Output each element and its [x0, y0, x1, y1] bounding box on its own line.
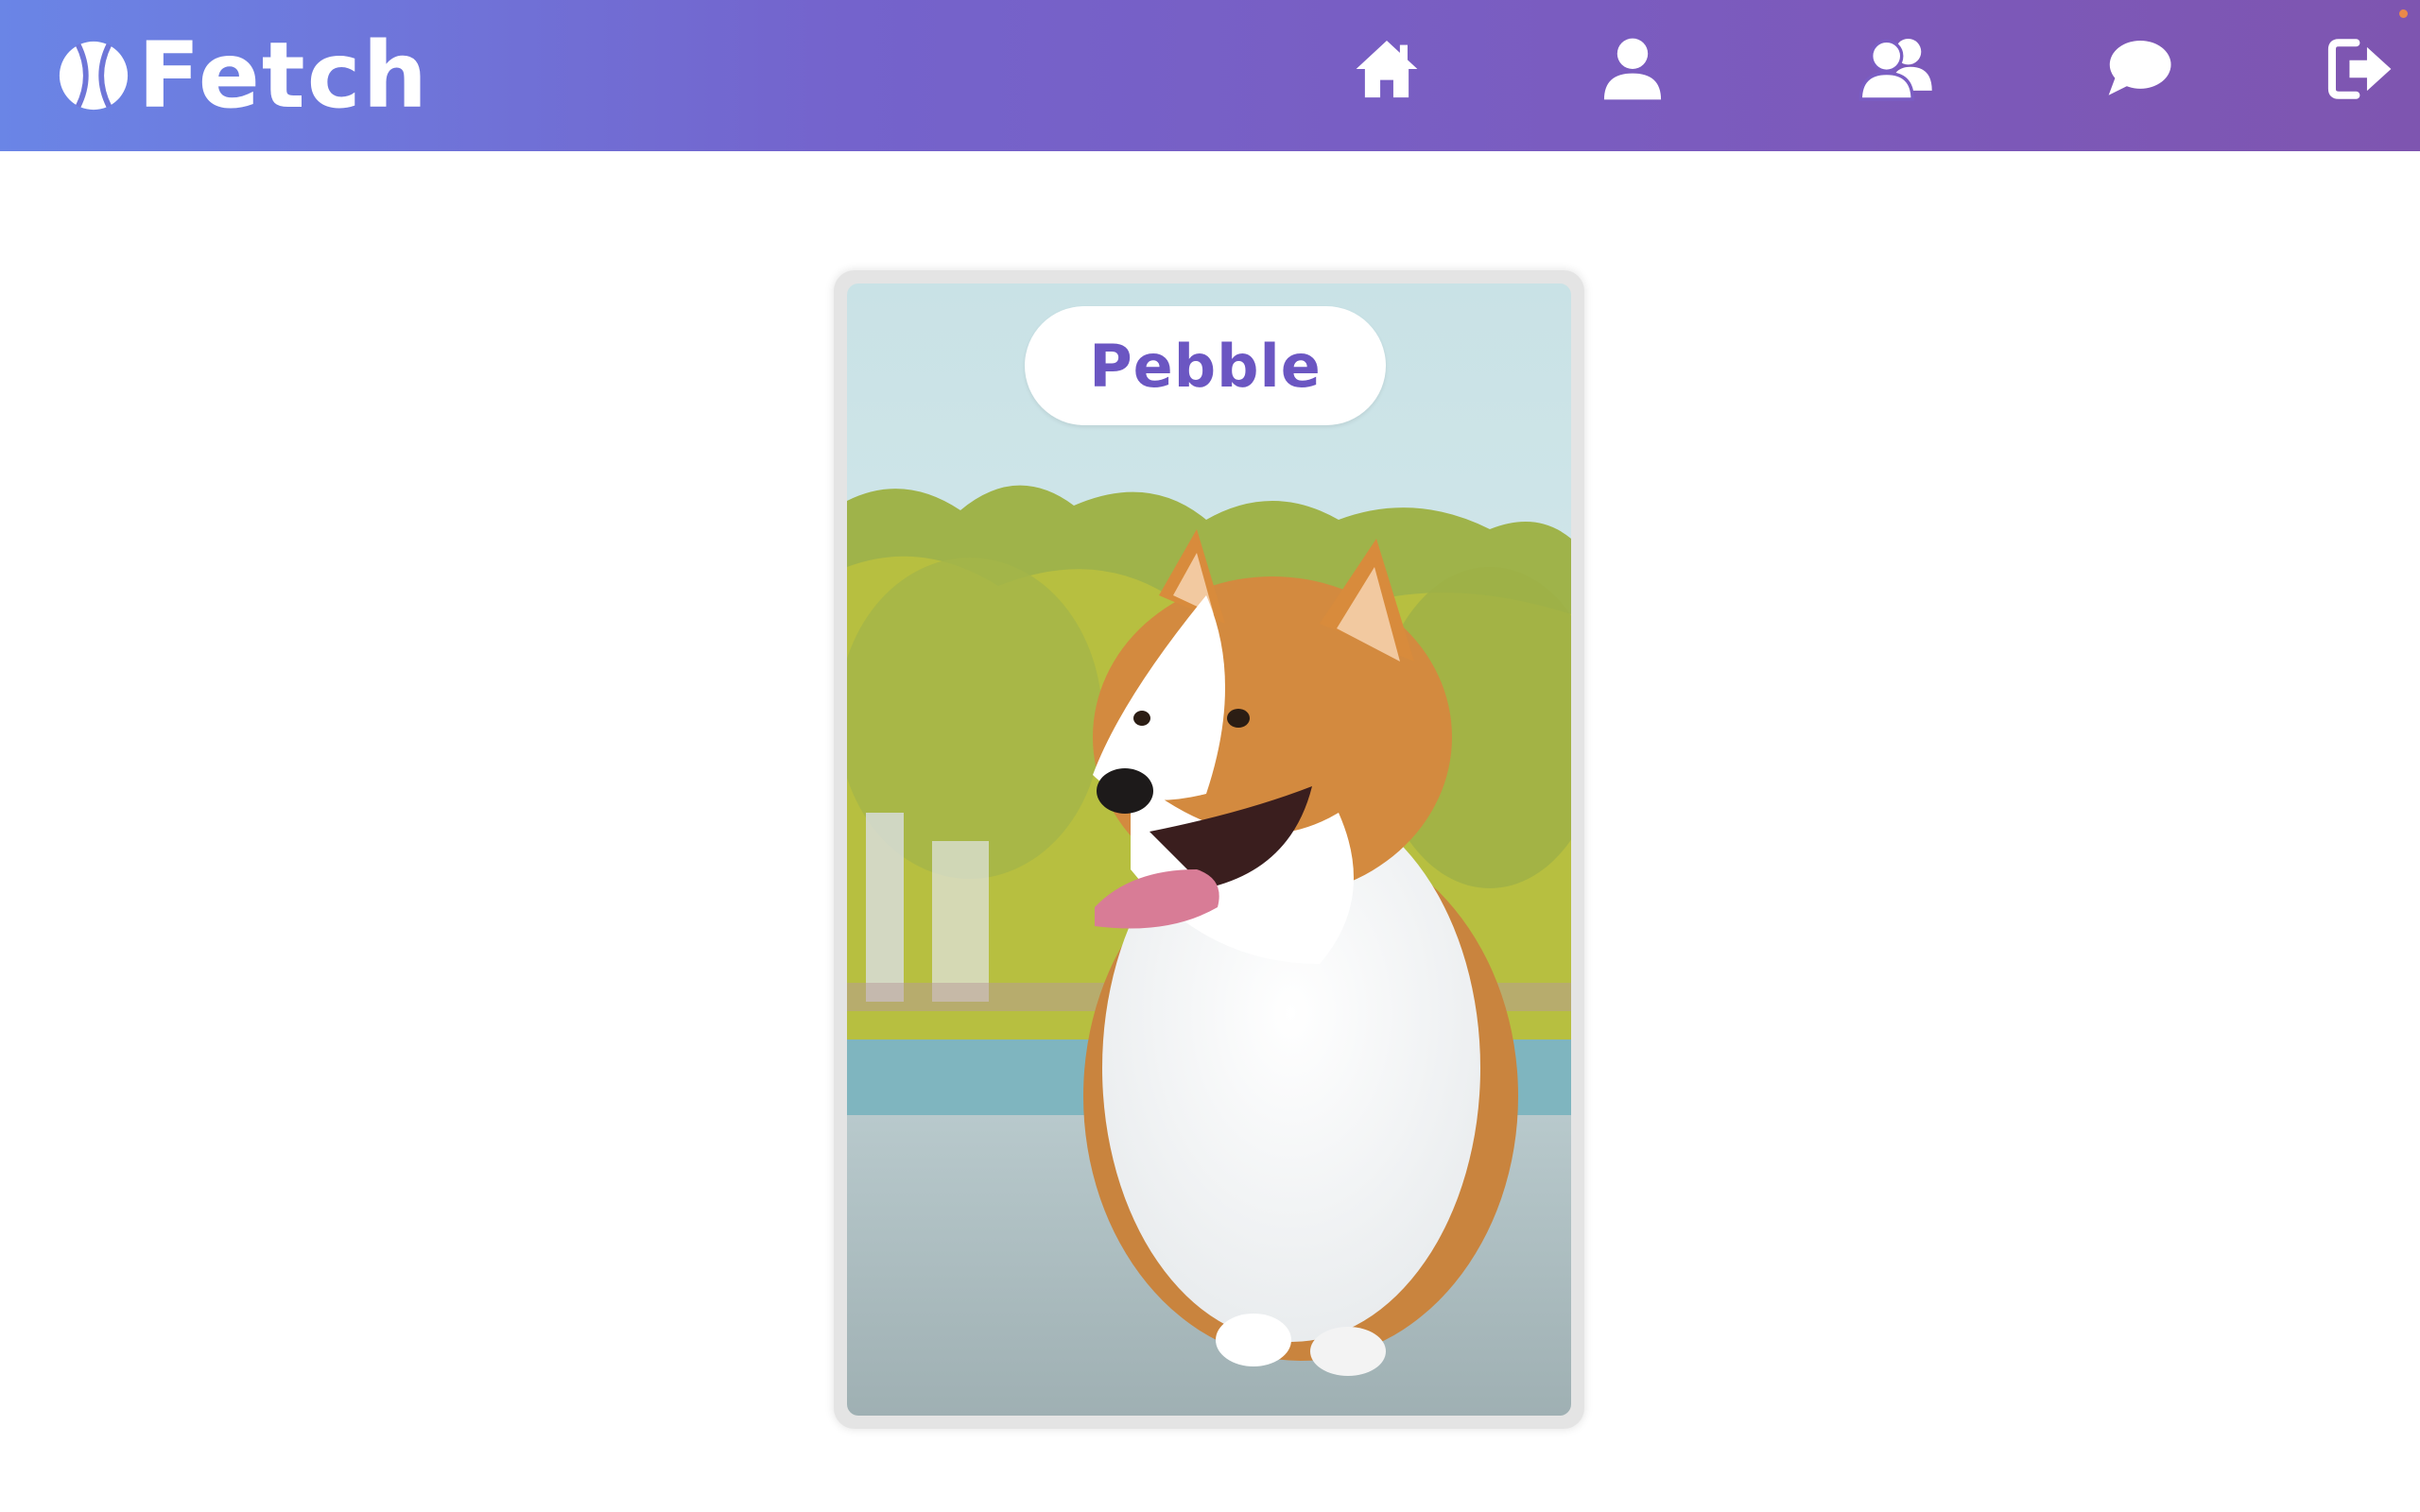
nav-logout-button[interactable]	[2325, 34, 2395, 104]
nav-home-button[interactable]	[1352, 34, 1422, 104]
dog-photo	[847, 284, 1571, 1416]
ball-logo-icon	[59, 41, 129, 111]
home-icon	[1356, 40, 1418, 98]
nav-profile-button[interactable]	[1598, 34, 1668, 104]
corgi-photo-image	[847, 284, 1571, 1416]
nav-messages-button[interactable]	[2104, 34, 2174, 104]
top-navigation-bar: Fetch	[0, 0, 2420, 151]
brand-name: Fetch	[138, 23, 429, 129]
app-logo[interactable]: Fetch	[55, 28, 429, 123]
nav-friends-button[interactable]	[1858, 34, 1934, 104]
logout-icon	[2327, 39, 2392, 99]
dog-profile-card[interactable]: Pebble	[834, 270, 1584, 1429]
status-dot	[2399, 9, 2408, 18]
user-icon	[1603, 38, 1662, 100]
dog-name: Pebble	[1089, 331, 1322, 401]
users-icon	[1858, 39, 1932, 101]
chat-icon	[2108, 40, 2171, 95]
dog-name-badge: Pebble	[1025, 306, 1386, 425]
